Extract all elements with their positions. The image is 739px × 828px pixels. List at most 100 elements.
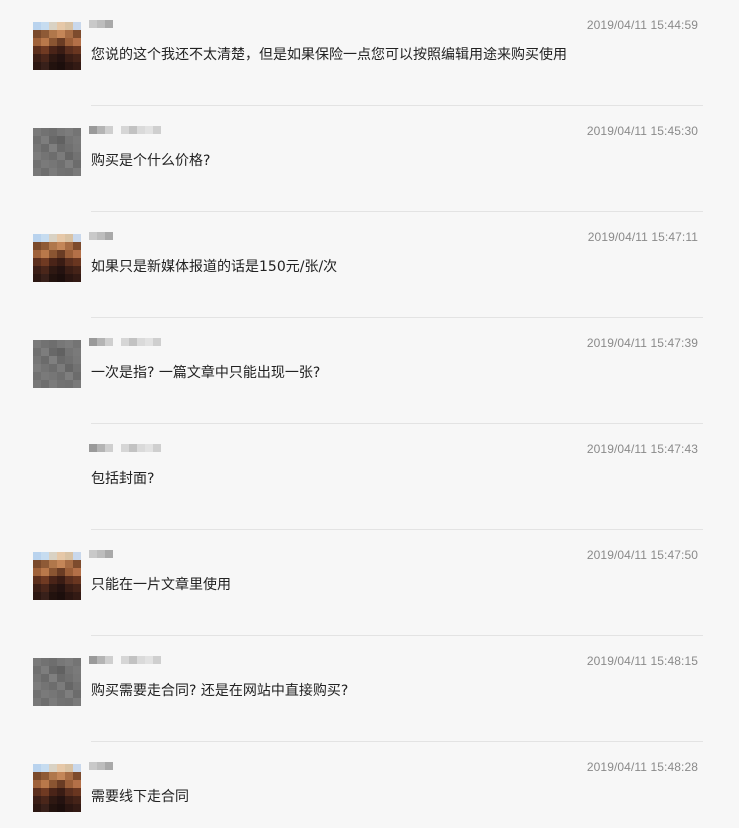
avatar-pixel	[49, 54, 57, 62]
message-timestamp: 2019/04/11 15:47:39	[586, 336, 698, 350]
name-pixel	[129, 656, 137, 664]
avatar-pixel	[65, 592, 73, 600]
avatar-pixel	[33, 54, 41, 62]
name-pixel	[89, 20, 97, 28]
avatar-pixel	[33, 356, 41, 364]
avatar-pixel	[49, 690, 57, 698]
avatar-pixel	[57, 576, 65, 584]
avatar-pixel	[49, 274, 57, 282]
avatar-pixel	[49, 576, 57, 584]
avatar-pixel	[41, 38, 49, 46]
avatar-pixel	[65, 698, 73, 706]
avatar-pixel	[33, 658, 41, 666]
avatar-pixel	[65, 128, 73, 136]
avatar-pixel	[73, 780, 81, 788]
avatar-pixel	[49, 62, 57, 70]
avatar-pixel	[73, 568, 81, 576]
avatar-pixel	[57, 258, 65, 266]
avatar-pixel	[65, 242, 73, 250]
avatar-pixel	[65, 690, 73, 698]
avatar-pixel	[33, 682, 41, 690]
avatar[interactable]	[33, 234, 81, 282]
avatar[interactable]	[33, 552, 81, 600]
chat-message: 2019/04/11 15:48:15 购买需要走合同? 还是在网站中直接购买?	[0, 636, 739, 742]
avatar-pixel	[65, 584, 73, 592]
avatar-pixel	[65, 780, 73, 788]
avatar-pixel	[73, 380, 81, 388]
avatar-pixel	[57, 144, 65, 152]
avatar-pixel	[33, 698, 41, 706]
avatar-pixel	[73, 30, 81, 38]
avatar[interactable]	[33, 128, 81, 176]
name-pixel	[137, 444, 145, 452]
avatar-pixel	[49, 772, 57, 780]
avatar-pixel	[33, 804, 41, 812]
avatar-pixel	[73, 788, 81, 796]
avatar-pixel	[57, 560, 65, 568]
avatar-pixel	[41, 160, 49, 168]
message-text: 购买是个什么价格?	[91, 153, 211, 169]
avatar-pixel	[41, 804, 49, 812]
avatar-pixel	[49, 242, 57, 250]
avatar-pixel	[73, 560, 81, 568]
avatar-pixel	[33, 666, 41, 674]
avatar-pixel	[65, 764, 73, 772]
avatar-pixel	[41, 552, 49, 560]
name-pixel	[121, 656, 129, 664]
avatar-pixel	[49, 788, 57, 796]
avatar-pixel	[73, 372, 81, 380]
name-pixel	[89, 444, 97, 452]
avatar-pixel	[33, 690, 41, 698]
avatar-pixel	[65, 772, 73, 780]
avatar-pixel	[33, 592, 41, 600]
avatar-pixel	[49, 160, 57, 168]
avatar-pixel	[41, 266, 49, 274]
avatar-pixel	[49, 46, 57, 54]
avatar-pixel	[41, 584, 49, 592]
message-timestamp: 2019/04/11 15:48:15	[586, 654, 698, 668]
name-pixel	[145, 126, 153, 134]
avatar-pixel	[73, 796, 81, 804]
avatar-pixel	[57, 30, 65, 38]
avatar-pixel	[73, 160, 81, 168]
avatar[interactable]	[33, 340, 81, 388]
avatar-pixel	[73, 552, 81, 560]
name-pixel	[121, 338, 129, 346]
avatar-pixel	[49, 674, 57, 682]
avatar-pixel	[41, 274, 49, 282]
name-pixel	[105, 444, 113, 452]
message-text: 您说的这个我还不太清楚，但是如果保险一点您可以按照编辑用途来购买使用	[91, 47, 567, 63]
avatar-pixel	[73, 340, 81, 348]
avatar-pixel	[33, 552, 41, 560]
name-pixel	[105, 550, 113, 558]
avatar-pixel	[33, 22, 41, 30]
avatar[interactable]	[33, 22, 81, 70]
avatar-pixel	[33, 340, 41, 348]
name-pixel	[105, 338, 113, 346]
avatar-pixel	[41, 666, 49, 674]
avatar[interactable]	[33, 658, 81, 706]
avatar-pixel	[73, 690, 81, 698]
avatar-pixel	[41, 780, 49, 788]
avatar-pixel	[65, 658, 73, 666]
avatar-pixel	[33, 780, 41, 788]
avatar-pixel	[57, 788, 65, 796]
chat-message: 2019/04/11 15:44:59 您说的这个我还不太清楚，但是如果保险一点…	[0, 0, 739, 106]
avatar-pixel	[57, 552, 65, 560]
avatar-pixel	[73, 152, 81, 160]
avatar-pixel	[57, 242, 65, 250]
avatar-pixel	[57, 234, 65, 242]
avatar-pixel	[41, 348, 49, 356]
message-text: 包括封面?	[91, 471, 155, 487]
avatar[interactable]	[33, 764, 81, 812]
avatar-pixel	[49, 796, 57, 804]
message-text: 一次是指? 一篇文章中只能出现一张?	[91, 365, 321, 381]
name-pixel	[89, 232, 97, 240]
avatar-pixel	[57, 804, 65, 812]
avatar-pixel	[57, 674, 65, 682]
avatar-pixel	[57, 356, 65, 364]
avatar-pixel	[41, 136, 49, 144]
avatar-pixel	[41, 128, 49, 136]
avatar-pixel	[33, 152, 41, 160]
avatar-pixel	[65, 234, 73, 242]
